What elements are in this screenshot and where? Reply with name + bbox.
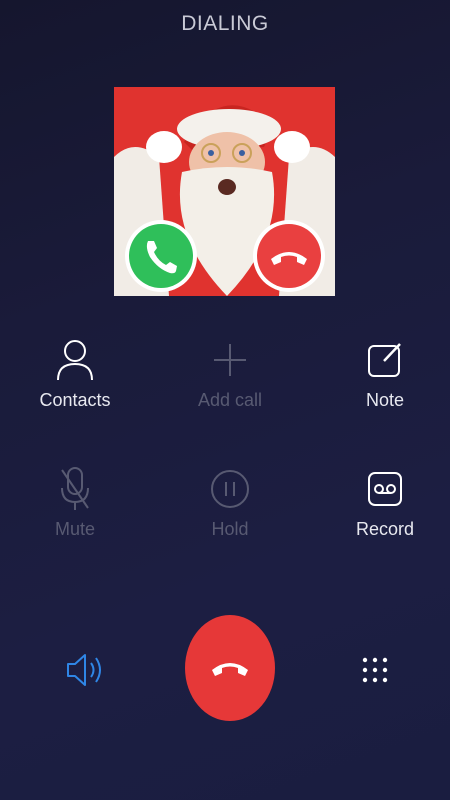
record-label: Record [355, 519, 415, 539]
dialpad-icon [362, 657, 388, 683]
call-status: DIALING [181, 12, 269, 35]
add-call-label: Add call [197, 390, 263, 410]
decline-icon [253, 220, 325, 292]
note-icon [310, 338, 450, 382]
add-call-button[interactable]: Add call [155, 338, 305, 411]
dialpad-button[interactable] [350, 648, 400, 692]
hold-label: Hold [211, 519, 249, 539]
answer-icon [125, 220, 197, 292]
record-button[interactable]: Record [310, 467, 450, 540]
mic-off-icon [0, 467, 150, 511]
note-button[interactable]: Note [310, 338, 450, 411]
contacts-button[interactable]: Contacts [0, 338, 150, 411]
hold-button[interactable]: Hold [155, 467, 305, 540]
record-icon [310, 467, 450, 511]
speaker-button[interactable] [60, 648, 110, 692]
plus-icon [155, 338, 305, 382]
hang-up-icon [212, 663, 248, 676]
note-label: Note [365, 390, 405, 410]
contacts-label: Contacts [39, 390, 111, 410]
caller-photo [114, 87, 335, 296]
pause-icon [155, 467, 305, 511]
mute-button[interactable]: Mute [0, 467, 150, 540]
person-icon [0, 338, 150, 382]
speaker-icon [67, 654, 101, 686]
end-call-button[interactable] [185, 615, 275, 721]
mute-label: Mute [54, 519, 96, 539]
